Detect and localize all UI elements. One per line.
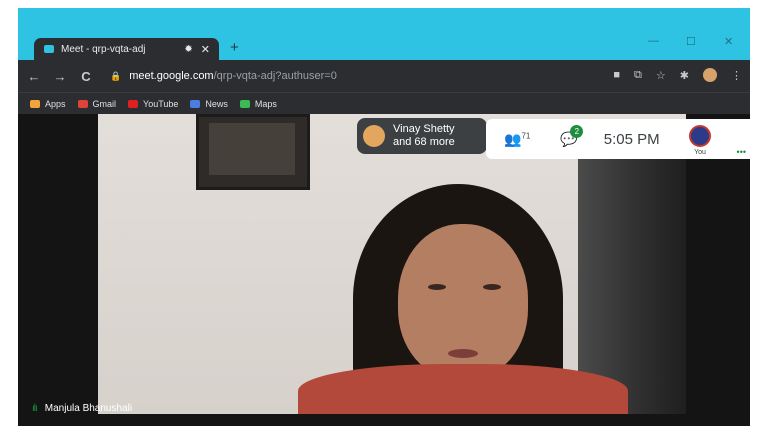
people-count: 71	[521, 130, 531, 140]
self-tile[interactable]: You	[684, 125, 716, 156]
back-icon[interactable]: ←	[24, 69, 44, 84]
url-path: /qrp-vqta-adj?authuser=0	[213, 70, 337, 82]
self-avatar	[689, 125, 711, 147]
bookmark-label: Apps	[45, 99, 66, 109]
extensions-icon[interactable]: ✱	[680, 69, 689, 82]
more-options-icon[interactable]: •••	[737, 147, 746, 157]
browser-titlebar: Meet - qrp-vqta-adj ✹ ✕ + — ☐ ✕	[18, 8, 750, 60]
person-eye	[428, 284, 446, 290]
speaker-video[interactable]	[98, 114, 686, 414]
browser-tab[interactable]: Meet - qrp-vqta-adj ✹ ✕	[34, 38, 219, 60]
speaking-indicator-icon: ılı	[32, 403, 38, 414]
bookmark-news[interactable]: News	[190, 99, 228, 109]
toolbar-icons: ■ ⧉ ☆ ✱ ⋮	[613, 68, 742, 82]
forward-icon[interactable]: →	[50, 69, 70, 84]
url-host: meet.google.com	[129, 70, 214, 82]
bookmark-maps[interactable]: Maps	[239, 99, 277, 109]
bookmark-label: Gmail	[92, 99, 117, 109]
participants-pill[interactable]: Vinay Shetty and 68 more	[357, 118, 487, 154]
call-clock: 5:05 PM	[603, 130, 660, 148]
new-tab-button[interactable]: +	[230, 39, 239, 56]
person-eye	[483, 284, 501, 290]
chat-button[interactable]: 💬 2	[560, 124, 584, 148]
participant-more: and 68 more	[393, 136, 455, 148]
apps-icon	[30, 100, 40, 108]
address-bar[interactable]: 🔒 meet.google.com/qrp-vqta-adj?authuser=…	[110, 65, 510, 87]
participant-avatar	[363, 125, 385, 147]
people-icon: 👥	[504, 130, 522, 147]
meet-controls: 👥71 💬 2 5:05 PM You •••	[486, 119, 750, 159]
person-mouth	[448, 349, 478, 358]
bookmark-label: News	[205, 99, 228, 109]
chat-badge: 2	[570, 124, 584, 138]
gmail-icon	[77, 100, 88, 108]
people-button[interactable]: 👥71	[504, 131, 530, 148]
maps-icon	[239, 100, 250, 108]
bookmark-gmail[interactable]: Gmail	[77, 99, 117, 109]
participant-name: Vinay Shetty	[393, 123, 455, 135]
lock-icon: 🔒	[110, 70, 122, 81]
speaker-name: Manjula Bhanushali	[44, 403, 133, 414]
bookmark-label: YouTube	[143, 99, 179, 109]
star-icon[interactable]: ☆	[656, 69, 666, 82]
bookmark-label: Maps	[254, 99, 277, 109]
translate-icon[interactable]: ⧉	[634, 69, 642, 82]
camera-icon[interactable]: ■	[613, 69, 620, 81]
bookmark-youtube[interactable]: YouTube	[128, 99, 178, 109]
person-body	[298, 364, 628, 414]
meet-call-area: Vinay Shetty and 68 more 👥71 💬 2 5:05 PM…	[18, 114, 750, 426]
reload-icon[interactable]: C	[76, 69, 96, 84]
meet-favicon-icon	[44, 45, 54, 53]
tab-close-icon[interactable]: ✕	[201, 43, 210, 56]
minimize-icon[interactable]: —	[648, 35, 659, 47]
news-icon	[190, 100, 201, 108]
tab-title: Meet - qrp-vqta-adj	[61, 43, 146, 55]
profile-avatar[interactable]	[703, 68, 717, 82]
browser-toolbar: ← → C 🔒 meet.google.com/qrp-vqta-adj?aut…	[18, 60, 750, 92]
wall-frame	[196, 114, 310, 190]
bookmarks-bar: Apps Gmail YouTube News Maps	[18, 92, 750, 115]
speaker-name-bar: ılı Manjula Bhanushali	[32, 403, 132, 414]
tab-audio-icon[interactable]: ✹	[184, 44, 192, 55]
youtube-icon	[128, 100, 139, 108]
maximize-icon[interactable]: ☐	[686, 35, 696, 48]
bookmark-apps[interactable]: Apps	[30, 99, 66, 109]
window-close-icon[interactable]: ✕	[724, 35, 733, 48]
self-label: You	[694, 149, 706, 156]
menu-icon[interactable]: ⋮	[731, 69, 742, 82]
screen: Meet - qrp-vqta-adj ✹ ✕ + — ☐ ✕ ← → C 🔒 …	[18, 8, 750, 426]
